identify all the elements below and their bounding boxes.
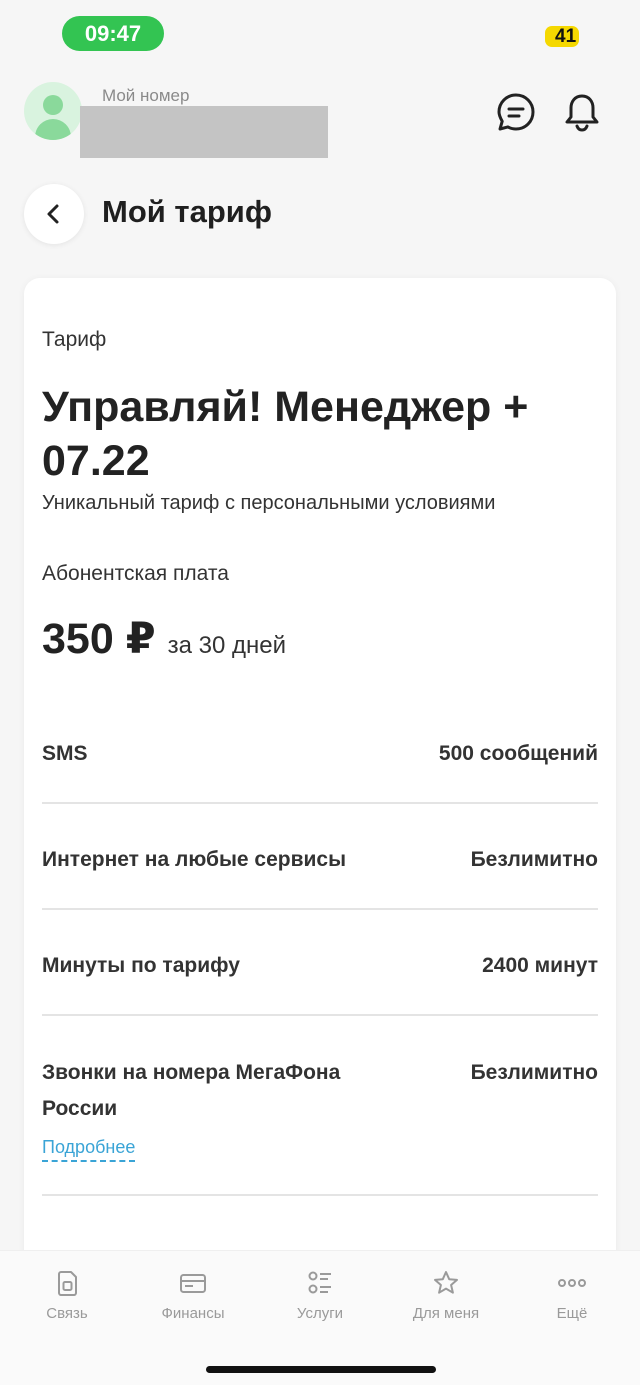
tariff-card: Тариф Управляй! Менеджер + 07.22 Уникаль…: [24, 278, 616, 1278]
back-button[interactable]: [24, 184, 84, 244]
fee-period: за 30 дней: [167, 632, 287, 659]
status-bar: 09:47 41: [0, 0, 640, 70]
feature-value: Безлимитно: [470, 1061, 598, 1084]
feature-label: SMS: [42, 742, 88, 765]
more-dots-icon: [558, 1279, 586, 1287]
feature-value: Безлимитно: [470, 848, 598, 871]
fee-row: 350 ₽ за 30 дней: [42, 614, 286, 664]
star-icon: [434, 1271, 458, 1294]
nav-item-more[interactable]: Ещё: [517, 1269, 627, 1329]
divider: [42, 1014, 598, 1016]
nav-item-connection[interactable]: Связь: [12, 1269, 122, 1329]
nav-item-finance[interactable]: Финансы: [138, 1269, 248, 1329]
nav-item-services[interactable]: Услуги: [265, 1269, 375, 1329]
status-time: 09:47: [62, 16, 164, 51]
divider: [42, 908, 598, 910]
avatar-body-shape: [35, 119, 71, 140]
feature-value: 2400 минут: [482, 954, 598, 977]
feature-value: 500 сообщений: [438, 742, 598, 765]
sim-card-icon: [58, 1271, 77, 1296]
bell-icon: [565, 94, 599, 132]
feature-label: Минуты по тарифу: [42, 954, 240, 977]
title-row: Мой тариф: [0, 184, 640, 244]
avatar[interactable]: [24, 82, 82, 140]
more-details-link[interactable]: Подробнее: [42, 1137, 136, 1162]
divider: [42, 1194, 598, 1196]
nav-label: Услуги: [296, 1305, 344, 1322]
battery-indicator: 41: [545, 26, 579, 47]
home-indicator: [206, 1366, 436, 1373]
chat-button[interactable]: [494, 90, 538, 134]
nav-label: Финансы: [161, 1305, 225, 1322]
nav-label: Связь: [46, 1305, 88, 1322]
phone-number-redacted: [80, 106, 328, 158]
tariff-label: Тариф: [42, 328, 107, 351]
chevron-left-icon: [47, 204, 59, 224]
divider: [42, 802, 598, 804]
tariff-name: Управляй! Менеджер + 07.22: [42, 383, 529, 485]
notifications-button[interactable]: [560, 90, 604, 134]
feature-label: Интернет на любые сервисы: [42, 848, 347, 871]
fee-amount: 350 ₽: [42, 615, 156, 663]
nav-label: Ещё: [556, 1305, 588, 1322]
chat-icon: [497, 93, 535, 131]
tariff-description: Уникальный тариф с персональными условия…: [42, 492, 496, 514]
nav-label: Для меня: [412, 1305, 480, 1322]
feature-label: Звонки на номера МегаФона России: [42, 1061, 341, 1120]
bottom-nav: Связь Финансы Услуги Для меня Ещё: [0, 1250, 640, 1385]
header: Мой номер: [0, 78, 640, 168]
page-title: Мой тариф: [102, 194, 272, 229]
fee-label: Абонентская плата: [42, 562, 229, 585]
nav-item-for-me[interactable]: Для меня: [391, 1269, 501, 1329]
avatar-head-shape: [43, 95, 63, 115]
my-number-label: Мой номер: [102, 86, 190, 105]
wallet-icon: [180, 1274, 206, 1293]
services-list-icon: [308, 1271, 331, 1294]
